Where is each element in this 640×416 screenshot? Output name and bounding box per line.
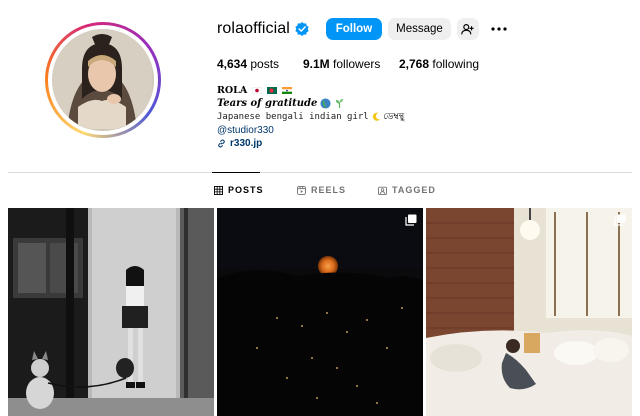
post-tile[interactable] <box>217 208 423 416</box>
tab-tagged[interactable]: TAGGED <box>378 185 436 195</box>
tab-reels[interactable]: REELS <box>297 185 346 195</box>
post-image <box>426 208 632 416</box>
avatar-image <box>52 29 154 131</box>
bio-description: Japanese bengali indian girl <box>217 112 369 122</box>
followers-count[interactable]: 9.1M followers <box>303 57 399 71</box>
following-count[interactable]: 2,768 following <box>399 57 479 71</box>
bio-link-text: r330.jp <box>230 138 263 149</box>
bio-tagline: Tears of gratitude <box>217 98 318 109</box>
profile-bio: ROLA Tears of gratitude Japanese bengali… <box>217 84 404 150</box>
bio-name-line: ROLA <box>217 84 404 97</box>
post-tile[interactable] <box>8 208 214 416</box>
message-button[interactable]: Message <box>387 18 451 40</box>
profile-header: rolaofficial Follow Message <box>217 17 509 41</box>
bangladesh-flag-icon <box>266 86 277 94</box>
post-image <box>217 208 423 416</box>
bio-description-line: Japanese bengali indian girl ডেম্বন্থু <box>217 110 404 124</box>
more-options-icon[interactable] <box>489 21 509 37</box>
profile-avatar[interactable] <box>45 22 161 138</box>
bio-external-link[interactable]: r330.jp <box>217 137 404 150</box>
grid-icon <box>214 185 223 195</box>
profile-stats: 4,634 posts 9.1M followers 2,768 followi… <box>217 57 479 71</box>
globe-icon <box>320 98 331 109</box>
reels-icon <box>297 185 306 195</box>
posts-grid <box>8 208 632 416</box>
post-tile[interactable] <box>426 208 632 416</box>
tab-posts[interactable]: POSTS <box>214 185 264 195</box>
multi-image-icon <box>405 214 417 226</box>
multi-image-icon <box>614 214 626 226</box>
active-tab-indicator <box>212 172 260 173</box>
add-user-icon <box>461 23 475 34</box>
posts-count: 4,634 posts <box>217 57 280 71</box>
tagged-icon <box>378 186 387 195</box>
profile-tabs: POSTS REELS TAGGED <box>0 185 640 197</box>
verified-badge-icon <box>295 22 309 36</box>
bio-tagline-line: Tears of gratitude <box>217 97 404 110</box>
username: rolaofficial <box>217 20 290 37</box>
post-image <box>8 208 214 416</box>
moon-icon <box>372 112 380 121</box>
follow-button[interactable]: Follow <box>325 18 382 40</box>
bio-description-suffix: ডেম্বন্থু <box>383 111 405 121</box>
india-flag-icon <box>281 86 292 94</box>
suggested-users-button[interactable] <box>456 18 479 40</box>
bio-mention-link[interactable]: @studior330 <box>217 124 404 137</box>
seedling-icon <box>335 98 344 108</box>
tabs-divider <box>8 172 632 173</box>
link-icon <box>218 139 225 148</box>
japan-flag-icon <box>252 86 263 94</box>
bio-name: ROLA <box>217 85 248 96</box>
